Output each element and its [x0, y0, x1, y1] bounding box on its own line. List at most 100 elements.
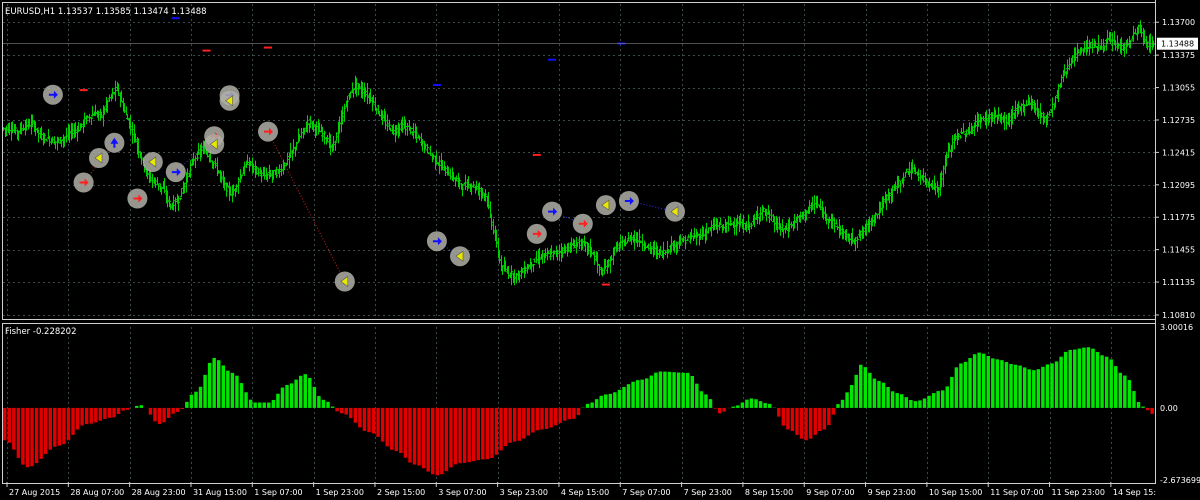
fisher-bar [617, 389, 622, 408]
fisher-bar [153, 407, 157, 422]
time-tick-label: 7 Sep 23:00 [684, 488, 732, 497]
fisher-bar [649, 375, 654, 408]
fisher-bar [959, 363, 963, 408]
fisher-bar [207, 362, 212, 408]
fisher-bar [458, 407, 462, 464]
arrow-right-blue-icon[interactable] [542, 201, 563, 222]
fisher-bar [1141, 406, 1145, 408]
fisher-bar [321, 399, 326, 408]
fisher-bar [790, 407, 795, 432]
fisher-bar [1077, 348, 1082, 408]
fisher-bar [572, 407, 576, 419]
fisher-bar [248, 399, 253, 408]
fisher-bar [431, 407, 435, 475]
arrow-right-red-icon[interactable] [572, 213, 593, 234]
fisher-bar [886, 387, 890, 408]
arrow-right-blue-icon[interactable] [426, 231, 447, 252]
fisher-bar [1054, 361, 1059, 408]
fisher-bar [1118, 372, 1123, 408]
fisher-bar [1132, 391, 1136, 408]
fisher-bar [558, 407, 562, 423]
fisher-bar [549, 407, 553, 428]
arrow-left-yellow-icon[interactable] [219, 90, 240, 111]
fisher-bar [863, 367, 868, 408]
arrow-left-yellow-icon[interactable] [450, 246, 470, 267]
time-tick-label: 28 Aug 23:00 [132, 488, 186, 497]
fisher-bar [931, 393, 936, 408]
fisher-bar [977, 352, 981, 408]
arrow-right-blue-icon[interactable] [618, 191, 639, 211]
fisher-bar [954, 367, 959, 408]
arrow-right-red-icon[interactable] [73, 172, 94, 193]
fisher-bar [394, 407, 399, 452]
fisher-bar [171, 407, 175, 414]
arrow-right-blue-icon[interactable] [165, 162, 186, 183]
fisher-bar [94, 407, 98, 423]
time-tick-label: 27 Aug 2015 [9, 488, 60, 497]
arrow-up-blue-icon[interactable] [104, 132, 125, 153]
fisher-bar [512, 407, 517, 442]
fisher-bar [280, 387, 285, 408]
fisher-bar [972, 354, 977, 408]
fisher-bar [84, 407, 89, 425]
arrow-left-yellow-icon[interactable] [89, 148, 109, 168]
fisher-bar [658, 371, 663, 408]
fisher-bar [640, 379, 644, 408]
fisher-bar [189, 394, 194, 408]
arrow-right-blue-icon[interactable] [42, 84, 63, 105]
fisher-bar [745, 399, 749, 408]
fisher-bar [116, 407, 121, 414]
fisher-bar [585, 403, 590, 408]
fisher-bar [494, 407, 499, 455]
fisher-bar [80, 407, 84, 426]
fisher-bar [831, 407, 836, 415]
fisher-bar [1114, 366, 1118, 408]
chart-window: 1.13700 1.13375 1.13055 1.12735 1.12415 1.120… [0, 0, 1200, 500]
arrow-right-red-icon[interactable] [127, 188, 148, 209]
fisher-bar [481, 407, 485, 460]
arrow-left-yellow-icon[interactable] [665, 201, 685, 222]
fisher-bar [148, 407, 153, 415]
fisher-bar [53, 407, 57, 447]
fisher-bar [194, 391, 198, 408]
fisher-bar [622, 387, 626, 408]
fisher-bar [203, 374, 207, 408]
arrow-right-red-icon[interactable] [258, 121, 278, 142]
time-tick-label: 8 Sep 15:00 [745, 488, 793, 497]
fisher-bar [449, 407, 453, 468]
arrow-left-yellow-icon[interactable] [142, 152, 163, 172]
fisher-bar [185, 401, 189, 408]
fisher-bar [1059, 356, 1063, 408]
chart-canvas[interactable]: 1.13700 1.13375 1.13055 1.12735 1.12415 1.120… [0, 0, 1200, 500]
fisher-bar [563, 407, 567, 421]
fisher-bar [840, 399, 845, 408]
fisher-bar [950, 376, 954, 408]
fisher-bar [699, 391, 704, 408]
fisher-bar [508, 407, 512, 443]
arrow-right-red-icon[interactable] [526, 223, 547, 244]
arrow-left-yellow-icon[interactable] [334, 271, 355, 292]
fisher-bar [30, 407, 34, 467]
price-tick-label: 1.10810 [1162, 311, 1195, 320]
fisher-bar [412, 407, 417, 465]
fisher-bar [462, 407, 467, 463]
fisher-bar [103, 407, 107, 420]
fisher-bar [135, 405, 139, 408]
fisher-bar [654, 372, 658, 408]
time-tick-label: 31 Aug 15:00 [193, 488, 247, 497]
fisher-bar [490, 407, 494, 458]
fisher-bar [358, 407, 362, 428]
fisher-bar [981, 353, 986, 408]
fisher-bar [212, 358, 216, 408]
time-tick-label: 2 Sep 15:00 [377, 488, 425, 497]
fisher-bar [267, 402, 271, 408]
arrow-left-yellow-icon[interactable] [595, 195, 616, 216]
fisher-bar [3, 407, 7, 441]
time-tick-label: 14 Sep 15: [1113, 488, 1156, 497]
fisher-bar [362, 407, 367, 431]
fisher-bar [75, 407, 80, 430]
fisher-bar [221, 365, 226, 408]
fisher-bar [1068, 349, 1072, 408]
fisher-bar [467, 407, 471, 463]
arrow-left-yellow-icon[interactable] [204, 134, 225, 155]
